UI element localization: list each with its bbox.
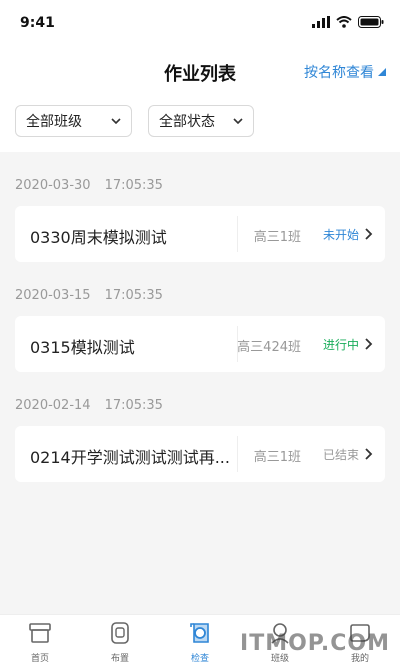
- tab-home[interactable]: 首页: [0, 615, 80, 666]
- status-bar: 9:41: [0, 0, 400, 46]
- time-text: 17:05:35: [104, 398, 163, 413]
- tab-label: 布置: [110, 654, 129, 664]
- status-badge: 进行中: [322, 338, 359, 352]
- class-filter-select[interactable]: 全部班级: [15, 105, 132, 137]
- assign-icon: [111, 622, 129, 644]
- status-badge: 已结束: [322, 448, 359, 462]
- group-date: 2020-03-30 17:05:35: [15, 178, 163, 193]
- date-text: 2020-02-14: [15, 398, 91, 413]
- class-name: 高三1班: [253, 230, 301, 245]
- chevron-down-icon: [233, 118, 243, 124]
- tab-check[interactable]: 检查: [160, 615, 240, 666]
- group-date: 2020-03-15 17:05:35: [15, 288, 163, 303]
- group-date: 2020-02-14 17:05:35: [15, 398, 163, 413]
- tab-label: 检查: [190, 654, 209, 664]
- tab-assign[interactable]: 布置: [80, 615, 160, 666]
- status-filter-select[interactable]: 全部状态: [148, 105, 254, 137]
- triangle-icon: [378, 68, 386, 76]
- check-icon: [190, 623, 209, 643]
- chevron-right-icon: [365, 338, 373, 350]
- signal-icon: [312, 16, 330, 28]
- wifi-icon: [336, 16, 352, 28]
- homework-title: 0330周末模拟测试: [30, 228, 167, 247]
- watermark: ITMOP.COM: [240, 631, 390, 656]
- tab-label: 首页: [30, 654, 49, 664]
- status-badge: 未开始: [322, 228, 359, 242]
- chevron-right-icon: [365, 448, 373, 460]
- homework-title: 0315模拟测试: [30, 338, 135, 357]
- view-by-name-button[interactable]: 按名称查看: [304, 62, 386, 82]
- divider: [237, 216, 238, 252]
- view-by-name-label: 按名称查看: [304, 65, 374, 81]
- time-text: 17:05:35: [104, 178, 163, 193]
- time-text: 17:05:35: [104, 288, 163, 303]
- nav-bar: 作业列表 按名称查看: [0, 46, 400, 96]
- class-filter-label: 全部班级: [26, 114, 82, 130]
- battery-icon: [358, 16, 384, 28]
- homework-card[interactable]: 0315模拟测试 高三424班 进行中: [15, 316, 385, 372]
- homework-list[interactable]: 2020-03-30 17:05:35 0330周末模拟测试 高三1班 未开始 2…: [0, 152, 400, 614]
- homework-title: 0214开学测试测试测试再...: [30, 448, 230, 467]
- homework-card[interactable]: 0330周末模拟测试 高三1班 未开始: [15, 206, 385, 262]
- status-icons: [312, 15, 384, 29]
- filter-bar: 全部班级 全部状态: [0, 96, 400, 152]
- home-icon: [29, 623, 51, 643]
- divider: [237, 436, 238, 472]
- date-text: 2020-03-30: [15, 178, 91, 193]
- chevron-right-icon: [365, 228, 373, 240]
- class-name: 高三424班: [237, 340, 301, 355]
- homework-card[interactable]: 0214开学测试测试测试再... 高三1班 已结束: [15, 426, 385, 482]
- status-filter-label: 全部状态: [159, 114, 215, 130]
- status-time: 9:41: [20, 15, 55, 31]
- class-name: 高三1班: [253, 450, 301, 465]
- date-text: 2020-03-15: [15, 288, 91, 303]
- chevron-down-icon: [111, 118, 121, 124]
